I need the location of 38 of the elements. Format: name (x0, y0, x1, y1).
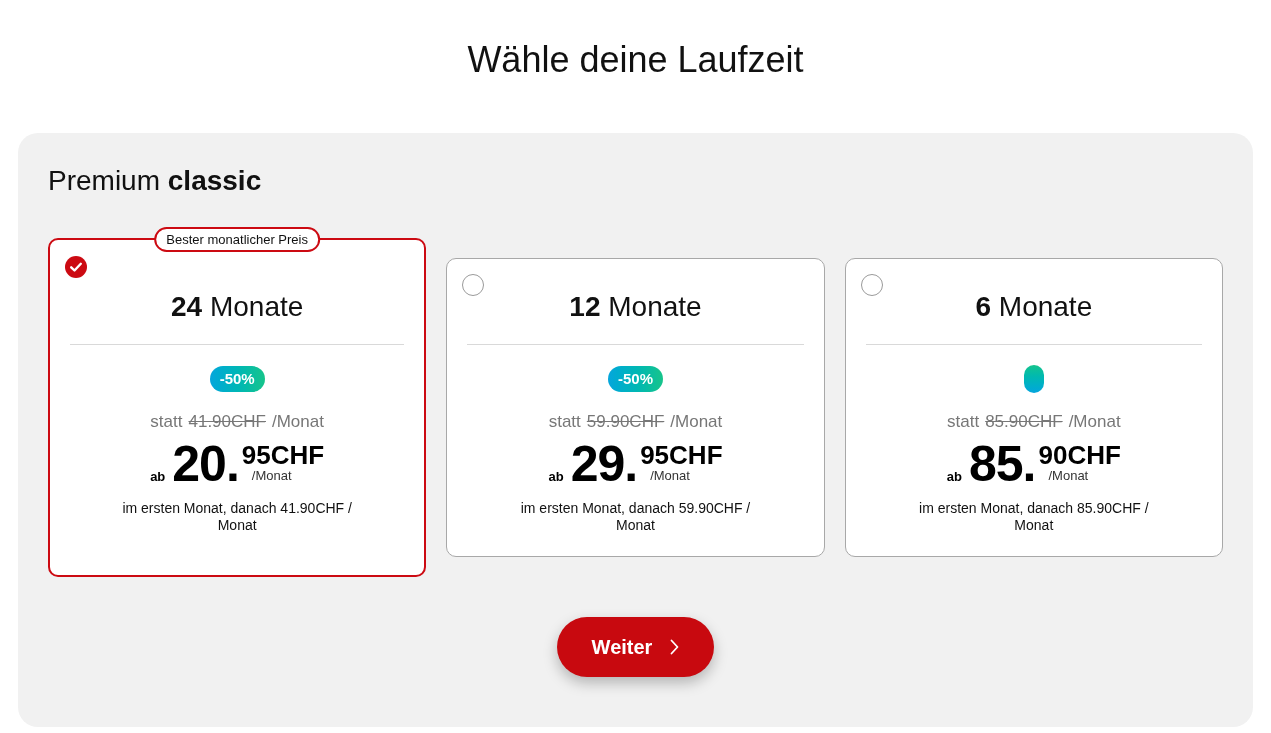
duration-title: 24 Monate (171, 290, 304, 324)
price-amount: 20. (172, 439, 239, 489)
price-cents: 95CHF (241, 442, 325, 468)
price-period: /Monat (251, 468, 292, 483)
price-label: statt (548, 411, 581, 433)
price-unit: /Monat (670, 411, 723, 433)
old-price: 85.90CHF (985, 411, 1063, 433)
price-unit: /Monat (271, 411, 324, 433)
price-prefix: ab (946, 470, 962, 483)
price-unit: /Monat (1068, 411, 1121, 433)
price-amount: 29. (570, 439, 638, 489)
duration-title: 12 Monate (569, 290, 702, 324)
page-heading: Wähle deine Laufzeit (467, 40, 804, 80)
old-price: 41.90CHF (188, 411, 266, 433)
price-note: im ersten Monat, danach 59.90CHF / Monat (519, 500, 752, 534)
discount-badge: -50% (209, 366, 265, 392)
price-cents: 90CHF (1038, 442, 1121, 468)
best-price-tag: Bester monatlicher Preis (154, 227, 320, 252)
next-button[interactable]: Weiter (557, 617, 714, 677)
price-amount: 85. (968, 439, 1036, 489)
radio-circle-icon[interactable] (462, 274, 485, 296)
price-label: statt (947, 411, 980, 433)
price-period: /Monat (650, 468, 690, 483)
radio-circle-icon[interactable] (860, 274, 883, 296)
gradient-pill-icon (1023, 365, 1044, 393)
price-cents: 95CHF (640, 442, 723, 468)
price-label: statt (150, 411, 183, 433)
duration-title: 6 Monate (975, 290, 1093, 324)
old-price: 59.90CHF (586, 411, 665, 433)
price-note: im ersten Monat, danach 85.90CHF / Monat (918, 500, 1150, 534)
price-prefix: ab (150, 470, 166, 483)
price-period: /Monat (1048, 468, 1089, 483)
plan-title: Premium classic (48, 164, 262, 198)
price-note: im ersten Monat, danach 41.90CHF / Monat (121, 500, 353, 534)
discount-badge: -50% (607, 366, 663, 392)
price-prefix: ab (548, 470, 564, 483)
chevron-right-icon (670, 639, 680, 655)
check-circle-icon[interactable] (65, 256, 87, 278)
